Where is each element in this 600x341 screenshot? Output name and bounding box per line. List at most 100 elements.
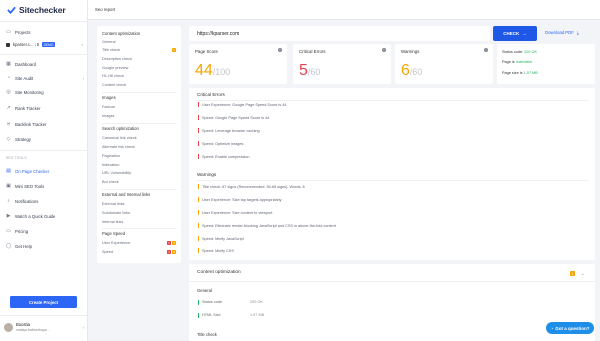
chevron-right-icon: › (82, 75, 84, 81)
sidebar-item-on-page-checker[interactable]: ▤ On Page Checker (6, 167, 84, 175)
warning-badge: 1 (172, 241, 176, 245)
warning-item[interactable]: User Experience: Size tap targets approp… (198, 197, 282, 202)
critical-error-item[interactable]: Speed: Optimize images (198, 141, 243, 146)
page-size-line: Page size is 1.57 MB (502, 71, 538, 75)
error-badge: 1 (167, 241, 171, 245)
nav-item-speed[interactable]: Speed (102, 250, 113, 254)
chevron-right-icon: › (81, 42, 83, 47)
divider (197, 180, 589, 181)
html-size-value: 1.57 MB (250, 313, 265, 317)
nav-item-google-preview[interactable]: Google preview (102, 66, 128, 70)
card-title: Critical Errors (299, 49, 326, 54)
sidebar-item-backlink-tracker[interactable]: ∞ Backlink Tracker (6, 120, 84, 128)
nav-heading-page-speed[interactable]: Page Speed (102, 231, 125, 236)
chevron-right-icon: › (82, 324, 84, 330)
nav-item-user-experience[interactable]: User Experience (102, 241, 130, 245)
warning-badge: 4 (172, 250, 176, 254)
sidebar-item-projects[interactable]: ▭ Projects (6, 28, 84, 36)
info-icon[interactable]: i (484, 48, 488, 52)
nav-item-canonical-link[interactable]: Canonical link check (102, 136, 137, 140)
help-icon: ◯ (5, 243, 12, 249)
nav-item-url-vulnerability[interactable]: URL Vulnerability (102, 171, 131, 175)
critical-error-item[interactable]: Speed: Enable compression (198, 154, 250, 159)
warning-item[interactable]: Title check: 67 signs (Recommended: 35-6… (198, 184, 305, 189)
nav-item-pagination[interactable]: Pagination (102, 154, 120, 158)
critical-error-item[interactable]: Speed: Google Page Speed Score is 44 (198, 115, 269, 120)
topbar: Seo report (88, 0, 600, 20)
nav-item-images[interactable]: Images (102, 114, 114, 118)
nav-item-indexation[interactable]: Indexation (102, 163, 120, 167)
divider (0, 54, 88, 55)
sidebar: Sitechecker ▭ Projects kparser.c... ↓5 D… (0, 0, 88, 341)
create-project-button[interactable]: Create Project (10, 296, 77, 308)
nav-item-favicon[interactable]: Favicon (102, 105, 115, 109)
content-optimization-heading[interactable]: Content optimization (197, 270, 241, 275)
project-selector[interactable]: kparser.c... ↓5 DEMO › (6, 40, 83, 49)
nav-item-title-check[interactable]: Title check (102, 48, 120, 52)
sidebar-item-dashboard[interactable]: ▦ Dashboard (6, 60, 84, 68)
arrow-right-icon: → (522, 31, 527, 36)
title-check-heading: Title check (197, 332, 217, 337)
user-menu[interactable]: Boostia natalya.fralborekaya... › (4, 319, 84, 335)
nav-item-external-links[interactable]: External links (102, 202, 125, 206)
nav-item-bot-check[interactable]: Bot check (102, 180, 119, 184)
indexable-line: Page is Indexable (502, 60, 533, 64)
divider (0, 150, 88, 151)
got-a-question-button[interactable]: ◔ Got a question? (546, 322, 594, 334)
report-sections-nav: Content optimization General Title check… (97, 26, 181, 263)
audit-icon: ◔ (6, 75, 11, 81)
sidebar-item-pricing[interactable]: ▭ Pricing (6, 227, 84, 235)
sidebar-item-rank-tracker[interactable]: ↗ Rank Tracker (6, 104, 84, 112)
divider (102, 189, 177, 190)
nav-heading-content-optimization[interactable]: Content optimization (102, 31, 140, 36)
status-indicator (198, 313, 199, 318)
nav-item-description-check[interactable]: Description check (102, 57, 132, 61)
warning-item[interactable]: User Experience: Size content to viewpor… (198, 210, 273, 215)
url-input[interactable]: https://kparser.com (189, 26, 490, 41)
page-title: Seo report (95, 7, 116, 12)
pricing-icon: ▭ (6, 228, 11, 234)
check-button[interactable]: CHECK → (493, 26, 537, 41)
card-title: Page Score (195, 49, 218, 54)
info-icon[interactable]: i (278, 48, 282, 52)
error-badge: 4 (167, 250, 171, 254)
sidebar-item-site-audit[interactable]: ◔ Site Audit › (6, 74, 84, 82)
nav-item-content-check[interactable]: Content check (102, 83, 126, 87)
sidebar-item-get-help[interactable]: ◯ Get Help (6, 242, 84, 250)
page-icon: ▤ (6, 168, 11, 174)
warning-item[interactable]: Speed: Minify CSS (198, 248, 234, 253)
sidebar-item-notifications[interactable]: ♪ Notifications (6, 197, 84, 205)
sidebar-item-mini-seo-tools[interactable]: ▣ Mini SEO Tools (6, 182, 84, 190)
nav-heading-search-optimization[interactable]: Search optimization (102, 126, 139, 131)
nav-item-subdomain-links[interactable]: Subdomain links (102, 211, 130, 215)
backlink-icon: ∞ (6, 121, 11, 127)
warning-item[interactable]: Speed: Eliminate render-blocking JavaScr… (198, 223, 336, 228)
check-label: CHECK (503, 31, 520, 36)
chevron-down-icon[interactable]: ⌄ (581, 271, 584, 276)
nav-item-general[interactable]: General (102, 40, 116, 44)
url-value: https://kparser.com (197, 31, 240, 37)
download-pdf-button[interactable]: Download PDF ⤓ (545, 30, 579, 35)
sidebar-item-strategy[interactable]: ◇ Strategy (6, 135, 84, 143)
divider (102, 123, 177, 124)
logo[interactable]: Sitechecker (7, 5, 66, 15)
page-score-card: Page Score i 44/100 (189, 44, 287, 84)
user-name: Boostia (16, 322, 30, 327)
critical-error-item[interactable]: Speed: Leverage browser caching (198, 128, 260, 133)
sidebar-item-quick-guide[interactable]: ▶ Watch a Quick Guide (6, 212, 84, 220)
nav-item-alternate-link[interactable]: Alternate link check (102, 145, 135, 149)
critical-errors-heading: Critical Errors (197, 92, 225, 97)
divider (197, 100, 589, 101)
nav-item-h1-h6-check[interactable]: H1-H6 check (102, 74, 124, 78)
nav-heading-images[interactable]: Images (102, 95, 116, 100)
info-icon[interactable]: i (382, 48, 386, 52)
nav-heading-external-internal-links[interactable]: External and Internal links (102, 192, 150, 197)
warning-item[interactable]: Speed: Minify JavaScript (198, 236, 244, 241)
tools-icon: ▣ (6, 183, 11, 189)
critical-error-item[interactable]: User Experience: Google Page Speed Score… (198, 102, 286, 107)
general-heading: General (197, 288, 212, 293)
sidebar-item-site-monitoring[interactable]: ◎ Site Monitoring (6, 88, 84, 96)
rank-icon: ↗ (6, 105, 11, 111)
download-icon: ⤓ (576, 30, 579, 35)
nav-item-internal-links[interactable]: Internal links (102, 220, 123, 224)
